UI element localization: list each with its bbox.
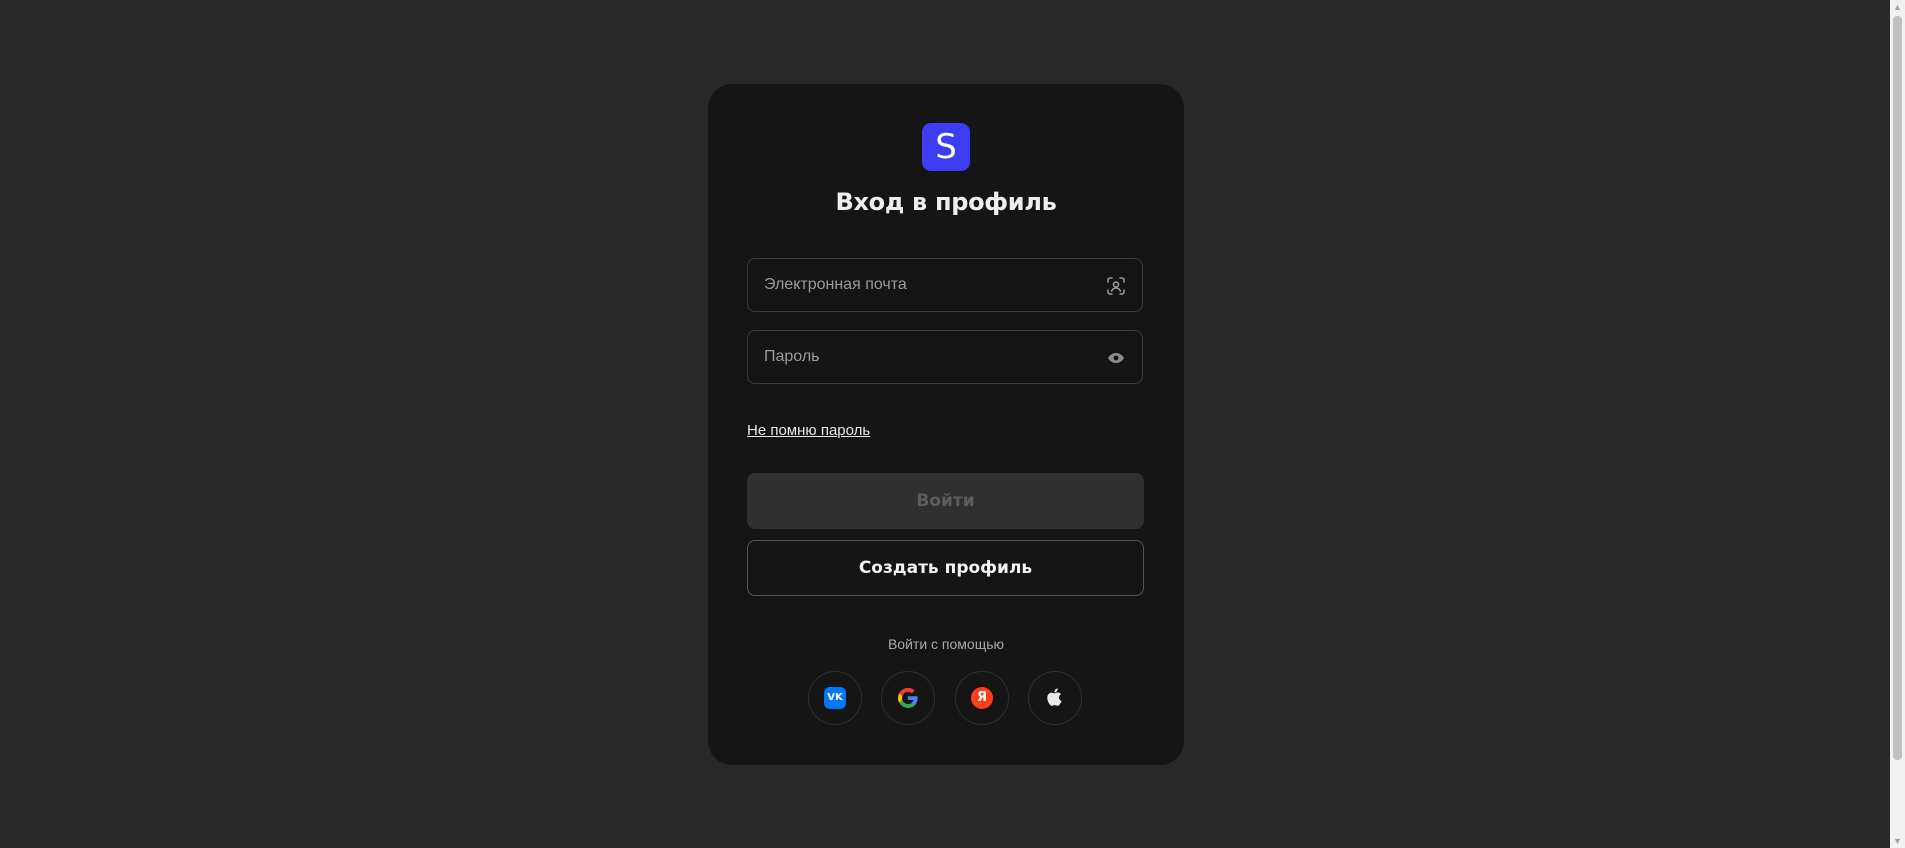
- yandex-icon: Я: [971, 687, 993, 709]
- forgot-password-link[interactable]: Не помню пароль: [747, 422, 870, 439]
- yandex-login-button[interactable]: Я: [955, 671, 1009, 725]
- email-field[interactable]: [747, 258, 1143, 312]
- vertical-scrollbar[interactable]: ▲ ▼: [1890, 0, 1905, 848]
- face-scan-icon[interactable]: [1106, 276, 1126, 296]
- login-button[interactable]: Войти: [747, 473, 1144, 529]
- scroll-thumb[interactable]: [1893, 16, 1902, 760]
- google-login-button[interactable]: [881, 671, 935, 725]
- scroll-down-arrow-icon[interactable]: ▼: [1890, 834, 1905, 848]
- vk-login-button[interactable]: VK: [808, 671, 862, 725]
- password-input[interactable]: [748, 331, 1104, 383]
- page-title: Вход в профиль: [835, 188, 1057, 216]
- eye-icon[interactable]: [1106, 348, 1126, 368]
- vk-icon: VK: [824, 687, 846, 709]
- apple-login-button[interactable]: [1028, 671, 1082, 725]
- password-field[interactable]: [747, 330, 1143, 384]
- apple-icon: [1047, 688, 1062, 706]
- email-input[interactable]: [748, 259, 1104, 311]
- app-logo: S: [922, 123, 970, 171]
- scroll-up-arrow-icon[interactable]: ▲: [1890, 0, 1905, 14]
- social-login-label: Войти с помощью: [887, 636, 1005, 652]
- login-card: S Вход в профиль Не помню: [708, 84, 1184, 765]
- google-icon: [897, 687, 918, 708]
- login-page: S Вход в профиль Не помню: [0, 0, 1905, 848]
- create-profile-button[interactable]: Создать профиль: [747, 540, 1144, 596]
- social-login-list: VK Я: [808, 671, 1084, 725]
